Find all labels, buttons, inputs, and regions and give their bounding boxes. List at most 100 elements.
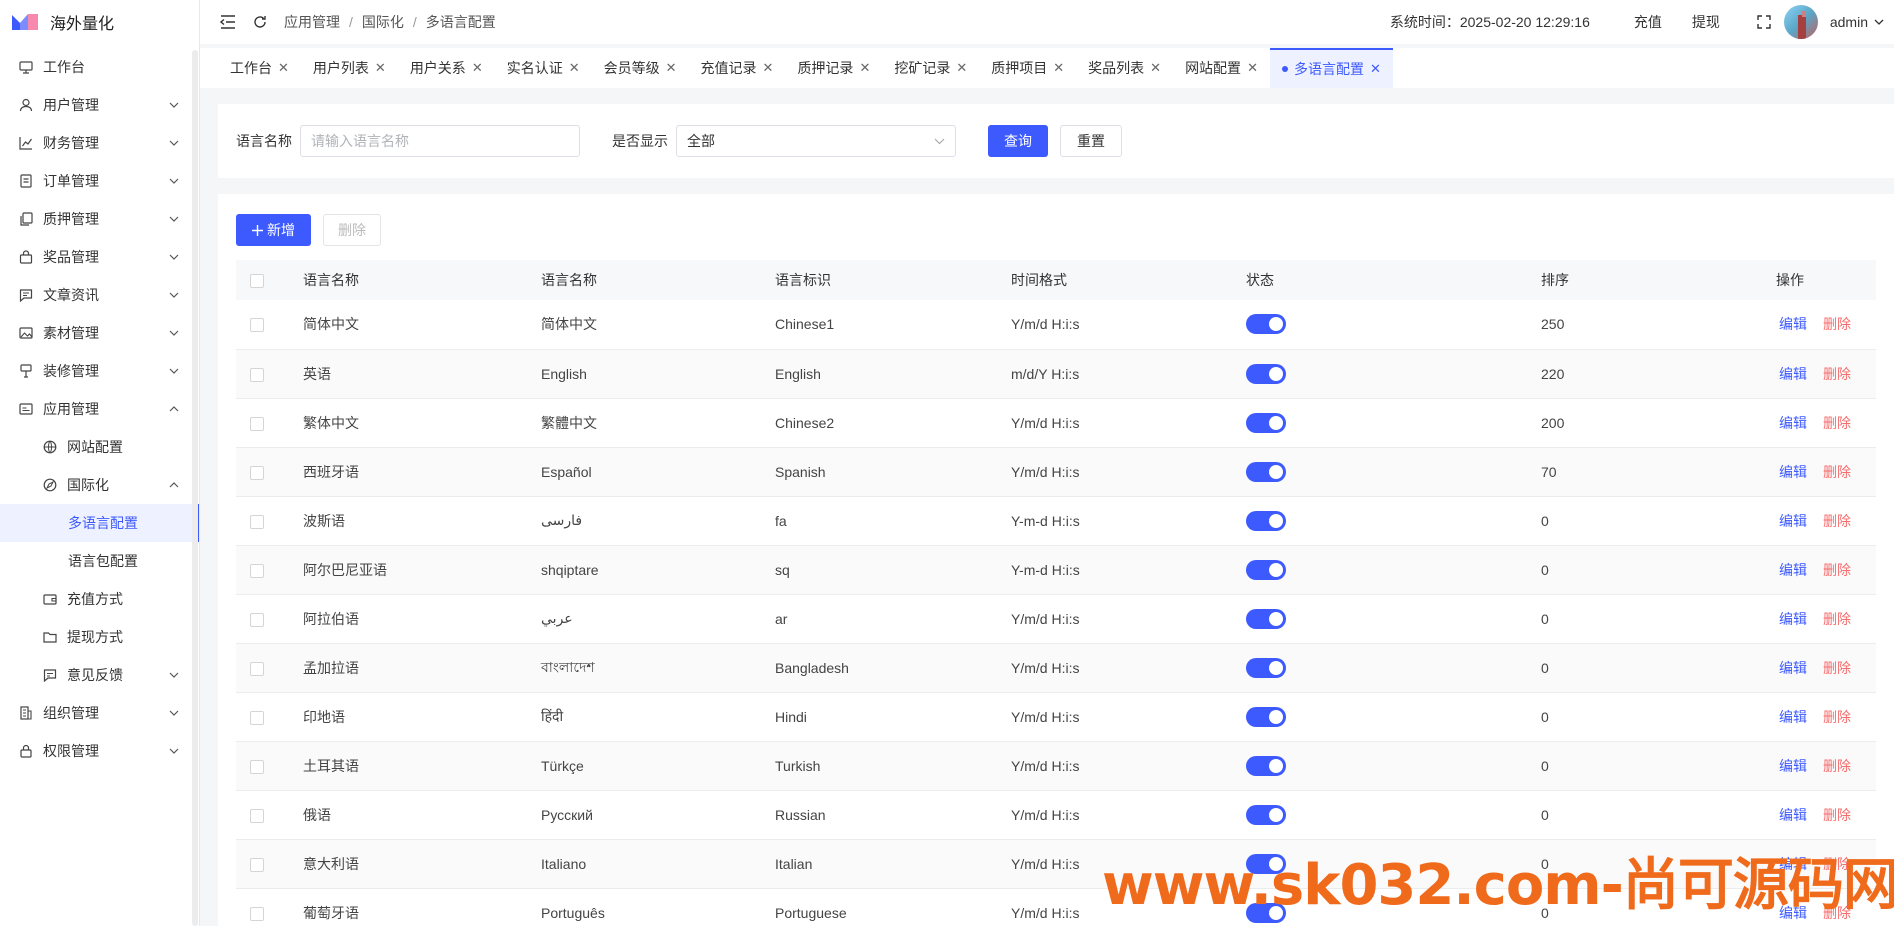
- add-button[interactable]: 新增: [236, 214, 311, 246]
- close-icon[interactable]: ✕: [1370, 61, 1381, 77]
- status-toggle[interactable]: [1246, 510, 1286, 531]
- status-toggle[interactable]: [1246, 706, 1286, 727]
- recharge-link[interactable]: 充值: [1634, 12, 1662, 32]
- tab[interactable]: 质押项目 ✕: [979, 48, 1076, 88]
- tab[interactable]: 多语言配置 ✕: [1269, 48, 1393, 88]
- collapse-menu-icon[interactable]: [218, 12, 238, 32]
- close-icon[interactable]: ✕: [569, 60, 580, 76]
- status-toggle[interactable]: [1246, 559, 1286, 580]
- close-icon[interactable]: ✕: [1150, 60, 1161, 76]
- delete-button[interactable]: 删除: [1823, 513, 1851, 529]
- status-toggle[interactable]: [1246, 461, 1286, 482]
- sidebar-item[interactable]: 权限管理: [0, 732, 199, 770]
- tab[interactable]: 会员等级 ✕: [592, 48, 689, 88]
- sidebar-item[interactable]: 奖品管理: [0, 238, 199, 276]
- tab[interactable]: 用户关系 ✕: [398, 48, 495, 88]
- edit-button[interactable]: 编辑: [1779, 316, 1807, 332]
- close-icon[interactable]: ✕: [956, 60, 967, 76]
- status-toggle[interactable]: [1246, 853, 1286, 874]
- row-checkbox[interactable]: [250, 857, 264, 872]
- tab[interactable]: 网站配置 ✕: [1173, 48, 1270, 88]
- row-checkbox[interactable]: [250, 416, 264, 431]
- close-icon[interactable]: ✕: [763, 60, 774, 76]
- breadcrumb-item[interactable]: 国际化: [362, 12, 404, 32]
- sidebar-item[interactable]: 文章资讯: [0, 276, 199, 314]
- sidebar-item[interactable]: 意见反馈: [0, 656, 199, 694]
- row-checkbox[interactable]: [250, 759, 264, 774]
- delete-button[interactable]: 删除: [1823, 562, 1851, 578]
- row-checkbox[interactable]: [250, 563, 264, 578]
- edit-button[interactable]: 编辑: [1779, 660, 1807, 676]
- edit-button[interactable]: 编辑: [1779, 513, 1807, 529]
- edit-button[interactable]: 编辑: [1779, 807, 1807, 823]
- close-icon[interactable]: ✕: [1247, 60, 1258, 76]
- delete-button[interactable]: 删除: [1823, 856, 1851, 872]
- edit-button[interactable]: 编辑: [1779, 856, 1807, 872]
- row-checkbox[interactable]: [250, 710, 264, 725]
- sidebar-item[interactable]: 用户管理: [0, 86, 199, 124]
- row-checkbox[interactable]: [250, 612, 264, 627]
- tab[interactable]: 质押记录 ✕: [785, 48, 882, 88]
- close-icon[interactable]: ✕: [375, 60, 386, 76]
- row-checkbox[interactable]: [250, 318, 264, 333]
- sidebar-item[interactable]: 财务管理: [0, 124, 199, 162]
- status-toggle[interactable]: [1246, 412, 1286, 433]
- row-checkbox[interactable]: [250, 661, 264, 676]
- delete-button[interactable]: 删除: [1823, 415, 1851, 431]
- delete-button[interactable]: 删除: [1823, 366, 1851, 382]
- edit-button[interactable]: 编辑: [1779, 611, 1807, 627]
- tab[interactable]: 奖品列表 ✕: [1076, 48, 1173, 88]
- breadcrumb-item[interactable]: 应用管理: [284, 12, 340, 32]
- delete-button[interactable]: 删除: [1823, 905, 1851, 921]
- delete-button[interactable]: 删除: [1823, 464, 1851, 480]
- is-show-select[interactable]: 全部: [676, 125, 956, 157]
- close-icon[interactable]: ✕: [472, 60, 483, 76]
- edit-button[interactable]: 编辑: [1779, 758, 1807, 774]
- tab[interactable]: 工作台 ✕: [218, 48, 301, 88]
- delete-button[interactable]: 删除: [1823, 709, 1851, 725]
- delete-button[interactable]: 删除: [1823, 807, 1851, 823]
- status-toggle[interactable]: [1246, 902, 1286, 923]
- app-logo[interactable]: 海外量化: [0, 0, 199, 44]
- batch-delete-button[interactable]: 删除: [323, 214, 381, 246]
- sidebar-item[interactable]: 质押管理: [0, 200, 199, 238]
- delete-button[interactable]: 删除: [1823, 660, 1851, 676]
- sidebar-item[interactable]: 国际化: [0, 466, 199, 504]
- tab[interactable]: 挖矿记录 ✕: [882, 48, 979, 88]
- sidebar-item[interactable]: 工作台: [0, 48, 199, 86]
- delete-button[interactable]: 删除: [1823, 316, 1851, 332]
- delete-button[interactable]: 删除: [1823, 611, 1851, 627]
- withdraw-link[interactable]: 提现: [1692, 12, 1720, 32]
- close-icon[interactable]: ✕: [666, 60, 677, 76]
- language-name-input[interactable]: [300, 125, 580, 157]
- sidebar-item[interactable]: 充值方式: [0, 580, 199, 618]
- chevron-down-icon[interactable]: [1874, 19, 1884, 25]
- avatar[interactable]: [1783, 5, 1818, 39]
- status-toggle[interactable]: [1246, 363, 1286, 384]
- sidebar-scrollbar[interactable]: [192, 50, 198, 926]
- status-toggle[interactable]: [1246, 755, 1286, 776]
- close-icon[interactable]: ✕: [278, 60, 289, 76]
- edit-button[interactable]: 编辑: [1779, 464, 1807, 480]
- select-all-checkbox[interactable]: [250, 274, 264, 289]
- sidebar-item[interactable]: 网站配置: [0, 428, 199, 466]
- status-toggle[interactable]: [1246, 804, 1286, 825]
- sidebar-item[interactable]: 订单管理: [0, 162, 199, 200]
- edit-button[interactable]: 编辑: [1779, 905, 1807, 921]
- row-checkbox[interactable]: [250, 906, 264, 921]
- delete-button[interactable]: 删除: [1823, 758, 1851, 774]
- status-toggle[interactable]: [1246, 657, 1286, 678]
- close-icon[interactable]: ✕: [859, 60, 870, 76]
- row-checkbox[interactable]: [250, 367, 264, 382]
- tab[interactable]: 用户列表 ✕: [301, 48, 398, 88]
- fullscreen-icon[interactable]: [1754, 12, 1774, 32]
- sidebar-item[interactable]: 多语言配置: [0, 504, 199, 542]
- row-checkbox[interactable]: [250, 465, 264, 480]
- user-name[interactable]: admin: [1830, 14, 1868, 30]
- edit-button[interactable]: 编辑: [1779, 366, 1807, 382]
- sidebar-item[interactable]: 语言包配置: [0, 542, 199, 580]
- tab[interactable]: 实名认证 ✕: [495, 48, 592, 88]
- sidebar-item[interactable]: 组织管理: [0, 694, 199, 732]
- edit-button[interactable]: 编辑: [1779, 709, 1807, 725]
- reset-button[interactable]: 重置: [1060, 125, 1122, 157]
